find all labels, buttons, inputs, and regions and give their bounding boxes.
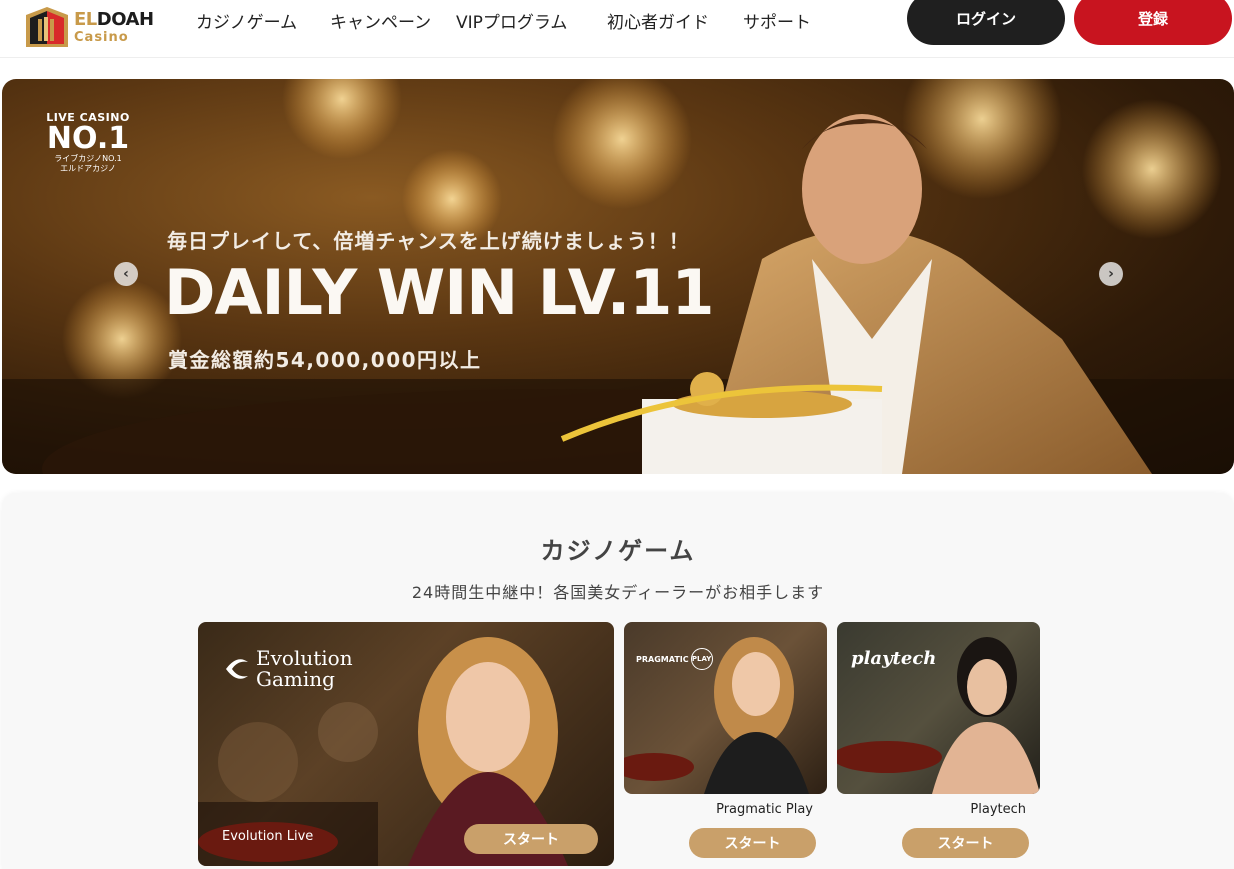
pragmatic-start-button[interactable]: スタート <box>689 828 816 858</box>
hero-prize-text: 賞金総額約54,000,000円以上 <box>168 348 482 372</box>
logo-wordmark: ELDOAH <box>74 8 154 30</box>
casino-games-section: カジノゲーム 24時間生中継中！各国美女ディーラーがお相手します Evoluti… <box>2 493 1234 869</box>
badge-subtext-2: エルドアカジノ <box>60 163 116 173</box>
nav-item-campaign[interactable]: キャンペーン <box>330 8 431 33</box>
logo-building-icon <box>26 7 68 47</box>
hero-title: DAILY WIN LV.11 <box>164 256 715 329</box>
hero-banner[interactable]: LIVE CASINO NO.1 ライブカジノNO.1 エルドアカジノ 毎日プレ… <box>2 79 1234 474</box>
evolution-gaming-logo: Evolution Gaming <box>224 648 353 690</box>
section-subtitle: 24時間生中継中！各国美女ディーラーがお相手します <box>411 583 825 602</box>
pragmatic-play-logo: PRAGMATIC PLAY <box>636 648 713 670</box>
nav-item-beginner-guide[interactable]: 初心者ガイド <box>607 8 709 33</box>
badge-number: NO.1 <box>46 121 130 156</box>
nav-item-vip-program[interactable]: VIPプログラム <box>456 8 567 33</box>
live-casino-no1-badge: LIVE CASINO NO.1 ライブカジノNO.1 エルドアカジノ <box>16 107 160 183</box>
pragmatic-caption: Pragmatic Play <box>716 802 813 817</box>
logo-subtitle: Casino <box>74 29 129 45</box>
register-button[interactable]: 登録 <box>1074 0 1232 45</box>
playtech-logo: playtech <box>851 648 937 669</box>
login-button[interactable]: ログイン <box>907 0 1065 45</box>
evolution-logo-icon <box>226 659 248 679</box>
evolution-caption: Evolution Live <box>222 829 314 844</box>
playtech-caption: Playtech <box>970 802 1026 817</box>
site-header: ELDOAH Casino カジノゲーム キャンペーン VIPプログラム 初心者… <box>0 0 1234 58</box>
carousel-prev-icon[interactable]: ‹ <box>114 262 138 286</box>
evolution-game-card[interactable]: Evolution Gaming Evolution Live スタート <box>198 622 614 866</box>
nav-item-casino-games[interactable]: カジノゲーム <box>196 8 297 33</box>
badge-subtext-1: ライブカジノNO.1 <box>54 154 122 163</box>
playtech-game-card[interactable]: playtech <box>837 622 1040 794</box>
evolution-start-button[interactable]: スタート <box>464 824 598 854</box>
hero-subtitle: 毎日プレイして、倍増チャンスを上げ続けましょう！！ <box>167 229 690 253</box>
site-logo[interactable]: ELDOAH Casino <box>24 4 164 50</box>
nav-item-support[interactable]: サポート <box>743 8 811 33</box>
section-title: カジノゲーム <box>540 537 696 565</box>
pragmatic-game-card[interactable]: PRAGMATIC PLAY <box>624 622 827 794</box>
carousel-next-icon[interactable]: › <box>1099 262 1123 286</box>
playtech-start-button[interactable]: スタート <box>902 828 1029 858</box>
